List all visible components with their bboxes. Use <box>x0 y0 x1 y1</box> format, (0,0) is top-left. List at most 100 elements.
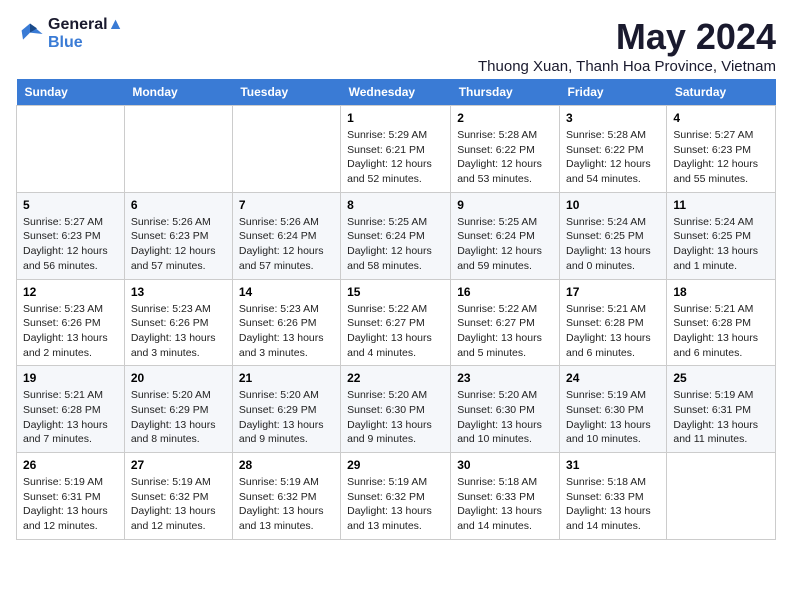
calendar-table: SundayMondayTuesdayWednesdayThursdayFrid… <box>16 79 776 540</box>
calendar-cell: 4Sunrise: 5:27 AM Sunset: 6:23 PM Daylig… <box>667 106 776 193</box>
day-number: 22 <box>347 371 444 385</box>
calendar-cell <box>17 106 125 193</box>
day-number: 6 <box>131 198 226 212</box>
month-title: May 2024 <box>478 16 776 58</box>
day-info: Sunrise: 5:23 AM Sunset: 6:26 PM Dayligh… <box>131 302 226 361</box>
calendar-cell: 26 Sunrise: 5:19 AM Sunset: 6:31 PM Dayli… <box>17 453 125 540</box>
day-info: Sunrise: 5:19 AM Sunset: 6:32 PM Dayligh… <box>347 475 444 534</box>
calendar-cell: 22 Sunrise: 5:20 AM Sunset: 6:30 PM Dayli… <box>341 366 451 453</box>
day-info: Sunrise: 5:19 AM Sunset: 6:32 PM Dayligh… <box>131 475 226 534</box>
day-number: 13 <box>131 285 226 299</box>
calendar-cell: 29 Sunrise: 5:19 AM Sunset: 6:32 PM Dayli… <box>341 453 451 540</box>
calendar-cell <box>124 106 232 193</box>
day-number: 7 <box>239 198 334 212</box>
calendar-cell: 3Sunrise: 5:28 AM Sunset: 6:22 PM Daylig… <box>560 106 667 193</box>
weekday-header-monday: Monday <box>124 79 232 106</box>
day-number: 12 <box>23 285 118 299</box>
day-info: Sunrise: 5:19 AM Sunset: 6:30 PM Dayligh… <box>566 388 660 447</box>
day-number: 8 <box>347 198 444 212</box>
day-number: 24 <box>566 371 660 385</box>
day-number: 28 <box>239 458 334 472</box>
calendar-week-4: 19 Sunrise: 5:21 AM Sunset: 6:28 PM Dayli… <box>17 366 776 453</box>
day-info: Sunrise: 5:18 AM Sunset: 6:33 PM Dayligh… <box>457 475 553 534</box>
day-number: 4 <box>673 111 769 125</box>
day-info: Sunrise: 5:22 AM Sunset: 6:27 PM Dayligh… <box>347 302 444 361</box>
calendar-cell: 9Sunrise: 5:25 AM Sunset: 6:24 PM Daylig… <box>451 192 560 279</box>
weekday-header-saturday: Saturday <box>667 79 776 106</box>
calendar-cell: 25 Sunrise: 5:19 AM Sunset: 6:31 PM Dayli… <box>667 366 776 453</box>
header: General▲ Blue May 2024 Thuong Xuan, Than… <box>16 16 776 75</box>
location-title: Thuong Xuan, Thanh Hoa Province, Vietnam <box>478 58 776 75</box>
calendar-cell: 14Sunrise: 5:23 AM Sunset: 6:26 PM Dayli… <box>232 279 340 366</box>
calendar-cell: 21 Sunrise: 5:20 AM Sunset: 6:29 PM Dayli… <box>232 366 340 453</box>
day-number: 20 <box>131 371 226 385</box>
day-info: Sunrise: 5:20 AM Sunset: 6:30 PM Dayligh… <box>347 388 444 447</box>
day-number: 19 <box>23 371 118 385</box>
calendar-cell: 7 Sunrise: 5:26 AM Sunset: 6:24 PM Daylig… <box>232 192 340 279</box>
day-info: Sunrise: 5:21 AM Sunset: 6:28 PM Dayligh… <box>23 388 118 447</box>
day-number: 15 <box>347 285 444 299</box>
day-info: Sunrise: 5:27 AM Sunset: 6:23 PM Dayligh… <box>23 215 118 274</box>
weekday-header-friday: Friday <box>560 79 667 106</box>
calendar-cell: 20 Sunrise: 5:20 AM Sunset: 6:29 PM Dayli… <box>124 366 232 453</box>
day-info: Sunrise: 5:20 AM Sunset: 6:30 PM Dayligh… <box>457 388 553 447</box>
calendar-cell: 15 Sunrise: 5:22 AM Sunset: 6:27 PM Dayli… <box>341 279 451 366</box>
day-info: Sunrise: 5:22 AM Sunset: 6:27 PM Dayligh… <box>457 302 553 361</box>
day-number: 31 <box>566 458 660 472</box>
day-number: 17 <box>566 285 660 299</box>
calendar-cell: 8 Sunrise: 5:25 AM Sunset: 6:24 PM Daylig… <box>341 192 451 279</box>
calendar-cell: 6 Sunrise: 5:26 AM Sunset: 6:23 PM Daylig… <box>124 192 232 279</box>
calendar-cell: 13 Sunrise: 5:23 AM Sunset: 6:26 PM Dayli… <box>124 279 232 366</box>
calendar-cell: 10 Sunrise: 5:24 AM Sunset: 6:25 PM Dayli… <box>560 192 667 279</box>
day-info: Sunrise: 5:20 AM Sunset: 6:29 PM Dayligh… <box>239 388 334 447</box>
calendar-cell: 2 Sunrise: 5:28 AM Sunset: 6:22 PM Daylig… <box>451 106 560 193</box>
day-number: 21 <box>239 371 334 385</box>
weekday-header-tuesday: Tuesday <box>232 79 340 106</box>
day-info: Sunrise: 5:28 AM Sunset: 6:22 PM Dayligh… <box>457 128 553 187</box>
calendar-cell: 24 Sunrise: 5:19 AM Sunset: 6:30 PM Dayli… <box>560 366 667 453</box>
logo-icon <box>16 20 44 48</box>
day-number: 23 <box>457 371 553 385</box>
day-info: Sunrise: 5:21 AM Sunset: 6:28 PM Dayligh… <box>673 302 769 361</box>
day-info: Sunrise: 5:26 AM Sunset: 6:24 PM Dayligh… <box>239 215 334 274</box>
calendar-cell: 12 Sunrise: 5:23 AM Sunset: 6:26 PM Dayli… <box>17 279 125 366</box>
calendar-week-5: 26 Sunrise: 5:19 AM Sunset: 6:31 PM Dayli… <box>17 453 776 540</box>
weekday-header-thursday: Thursday <box>451 79 560 106</box>
day-info: Sunrise: 5:23 AM Sunset: 6:26 PM Dayligh… <box>23 302 118 361</box>
day-info: Sunrise: 5:20 AM Sunset: 6:29 PM Dayligh… <box>131 388 226 447</box>
calendar-cell <box>667 453 776 540</box>
day-number: 10 <box>566 198 660 212</box>
calendar-cell <box>232 106 340 193</box>
calendar-cell: 18 Sunrise: 5:21 AM Sunset: 6:28 PM Dayli… <box>667 279 776 366</box>
day-info: Sunrise: 5:25 AM Sunset: 6:24 PM Dayligh… <box>347 215 444 274</box>
day-number: 30 <box>457 458 553 472</box>
day-number: 27 <box>131 458 226 472</box>
calendar-cell: 31 Sunrise: 5:18 AM Sunset: 6:33 PM Dayli… <box>560 453 667 540</box>
day-info: Sunrise: 5:19 AM Sunset: 6:31 PM Dayligh… <box>23 475 118 534</box>
calendar-week-1: 1Sunrise: 5:29 AM Sunset: 6:21 PM Daylig… <box>17 106 776 193</box>
day-number: 18 <box>673 285 769 299</box>
calendar-cell: 27 Sunrise: 5:19 AM Sunset: 6:32 PM Dayli… <box>124 453 232 540</box>
weekday-header-wednesday: Wednesday <box>341 79 451 106</box>
day-info: Sunrise: 5:29 AM Sunset: 6:21 PM Dayligh… <box>347 128 444 187</box>
day-info: Sunrise: 5:24 AM Sunset: 6:25 PM Dayligh… <box>566 215 660 274</box>
day-number: 25 <box>673 371 769 385</box>
calendar-cell: 5 Sunrise: 5:27 AM Sunset: 6:23 PM Daylig… <box>17 192 125 279</box>
day-info: Sunrise: 5:19 AM Sunset: 6:32 PM Dayligh… <box>239 475 334 534</box>
calendar-cell: 1Sunrise: 5:29 AM Sunset: 6:21 PM Daylig… <box>341 106 451 193</box>
day-info: Sunrise: 5:26 AM Sunset: 6:23 PM Dayligh… <box>131 215 226 274</box>
day-number: 5 <box>23 198 118 212</box>
day-number: 11 <box>673 198 769 212</box>
day-number: 2 <box>457 111 553 125</box>
day-info: Sunrise: 5:24 AM Sunset: 6:25 PM Dayligh… <box>673 215 769 274</box>
calendar-cell: 17Sunrise: 5:21 AM Sunset: 6:28 PM Dayli… <box>560 279 667 366</box>
day-number: 29 <box>347 458 444 472</box>
title-area: May 2024 Thuong Xuan, Thanh Hoa Province… <box>478 16 776 75</box>
calendar-cell: 11 Sunrise: 5:24 AM Sunset: 6:25 PM Dayli… <box>667 192 776 279</box>
calendar-cell: 16Sunrise: 5:22 AM Sunset: 6:27 PM Dayli… <box>451 279 560 366</box>
day-info: Sunrise: 5:19 AM Sunset: 6:31 PM Dayligh… <box>673 388 769 447</box>
day-number: 26 <box>23 458 118 472</box>
day-info: Sunrise: 5:25 AM Sunset: 6:24 PM Dayligh… <box>457 215 553 274</box>
calendar-week-2: 5 Sunrise: 5:27 AM Sunset: 6:23 PM Daylig… <box>17 192 776 279</box>
day-info: Sunrise: 5:18 AM Sunset: 6:33 PM Dayligh… <box>566 475 660 534</box>
